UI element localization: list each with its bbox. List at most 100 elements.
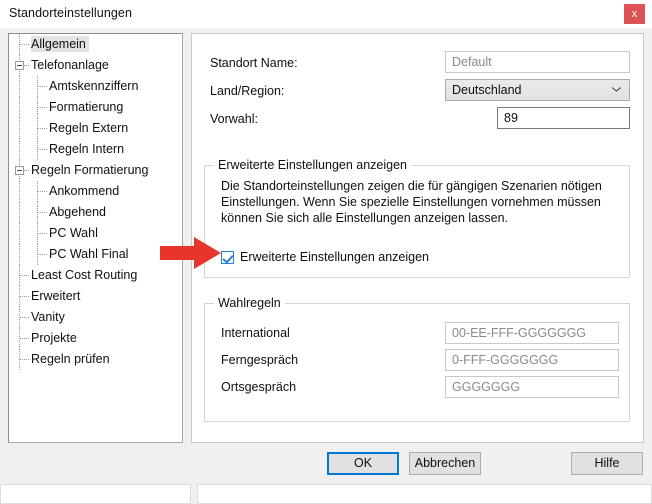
tree-guide-line <box>19 118 20 139</box>
tree-item-regeln-extern[interactable]: Regeln Extern <box>9 118 182 139</box>
tree-item-pc-wahl[interactable]: PC Wahl <box>9 223 182 244</box>
tree-item-amtskennziffern[interactable]: Amtskennziffern <box>9 76 182 97</box>
tree-guide-line <box>20 44 29 45</box>
background-pane-left <box>0 484 191 504</box>
tree-item-label: PC Wahl <box>49 226 98 240</box>
tree-item-regeln-pr-fen[interactable]: Regeln prüfen <box>9 349 182 370</box>
tree-guide-line <box>38 254 47 255</box>
tree-item-indent: Regeln Intern <box>9 139 127 160</box>
tree-item-formatierung[interactable]: Formatierung <box>9 97 182 118</box>
close-icon[interactable]: x <box>624 4 645 24</box>
wahlregeln-group-title: Wahlregeln <box>214 296 285 310</box>
title-bar: Standorteinstellungen x <box>0 0 652 28</box>
advanced-settings-description: Die Standorteinstellungen zeigen die für… <box>221 179 602 225</box>
tree-item-label: Abgehend <box>49 205 107 219</box>
tree-guide-line <box>20 338 29 339</box>
land-region-label: Land/Region: <box>210 84 285 98</box>
tree-item-erweitert[interactable]: Erweitert <box>9 286 182 307</box>
tree-guide-line <box>38 86 47 87</box>
wahlregeln-groupbox: Wahlregeln International Ferngespräch Orts… <box>204 296 630 422</box>
tree-item-label: Telefonanlage <box>31 58 109 72</box>
tree-item-indent: PC Wahl Final <box>9 244 131 265</box>
tree-item-regeln-formatierung[interactable]: Regeln Formatierung <box>9 160 182 181</box>
help-button[interactable]: Hilfe <box>571 452 643 475</box>
tree-guide-line <box>38 149 47 150</box>
standort-name-label: Standort Name: <box>210 56 298 70</box>
tree-guide-line <box>19 97 20 118</box>
tree-guide-line <box>19 139 20 160</box>
window-title: Standorteinstellungen <box>9 6 133 20</box>
tree-guide-line <box>19 223 20 244</box>
tree-item-label: Amtskennziffern <box>49 79 139 93</box>
dialog-client-area: Allgemein Telefonanlage Amtskennziffern For… <box>0 28 652 481</box>
tree-guide-line <box>38 233 47 234</box>
tree-guide-line <box>38 128 47 129</box>
tree-guide-line <box>38 191 47 192</box>
tree-item-label: Projekte <box>31 331 77 345</box>
tree-guide-line <box>38 107 47 108</box>
tree-item-least-cost-routing[interactable]: Least Cost Routing <box>9 265 182 286</box>
tree-item-indent: Vanity <box>9 307 68 328</box>
land-region-combobox[interactable]: Deutschland <box>445 79 630 101</box>
tree-item-label: Regeln Formatierung <box>31 163 149 177</box>
tree-guide-line <box>20 317 29 318</box>
land-region-value: Deutschland <box>452 83 522 97</box>
tree-guide-line <box>19 181 20 202</box>
advanced-settings-group-title: Erweiterte Einstellungen anzeigen <box>214 158 412 172</box>
tree-guide-line <box>38 212 47 213</box>
tree-item-label: Regeln Extern <box>49 121 129 135</box>
tree-item-label: Ankommend <box>49 184 120 198</box>
chevron-down-icon <box>612 87 621 93</box>
tree-item-indent: Ankommend <box>9 181 122 202</box>
cancel-button[interactable]: Abbrechen <box>409 452 481 475</box>
vorwahl-label: Vorwahl: <box>210 112 258 126</box>
tree-item-indent: PC Wahl <box>9 223 101 244</box>
tree-item-label: Erweitert <box>31 289 81 303</box>
advanced-settings-checkbox[interactable]: Erweiterte Einstellungen anzeigen <box>221 250 429 264</box>
tree-guide-line <box>19 76 20 97</box>
tree-item-indent: Regeln Formatierung <box>9 160 151 181</box>
tree-guide-line <box>20 275 29 276</box>
wahlregel-input[interactable] <box>445 349 619 371</box>
tree-guide-line <box>19 202 20 223</box>
wahlregel-input[interactable] <box>445 322 619 344</box>
wahlregel-label: Ferngespräch <box>221 353 299 367</box>
tree-guide-line <box>20 296 29 297</box>
tree-item-regeln-intern[interactable]: Regeln Intern <box>9 139 182 160</box>
settings-panel: Standort Name: Land/Region: Deutschland … <box>191 33 644 443</box>
wahlregel-label: International <box>221 326 290 340</box>
navigation-treeview[interactable]: Allgemein Telefonanlage Amtskennziffern For… <box>8 33 183 443</box>
tree-item-label: Allgemein <box>31 36 89 52</box>
tree-collapse-icon[interactable] <box>15 166 24 175</box>
background-pane-right <box>197 484 652 504</box>
tree-item-allgemein[interactable]: Allgemein <box>9 34 182 55</box>
tree-collapse-icon[interactable] <box>15 61 24 70</box>
tree-guide-line <box>20 359 29 360</box>
tree-item-label: Formatierung <box>49 100 124 114</box>
ok-button[interactable]: OK <box>327 452 399 475</box>
tree-item-label: Vanity <box>31 310 65 324</box>
standorteinstellungen-dialog: Standorteinstellungen x Allgemein Telefon… <box>0 0 652 481</box>
tree-item-ankommend[interactable]: Ankommend <box>9 181 182 202</box>
advanced-settings-groupbox: Erweiterte Einstellungen anzeigen Die St… <box>204 158 630 278</box>
wahlregel-label: Ortsgespräch <box>221 380 297 394</box>
tree-item-indent: Amtskennziffern <box>9 76 141 97</box>
tree-item-pc-wahl-final[interactable]: PC Wahl Final <box>9 244 182 265</box>
tree-item-indent: Regeln Extern <box>9 118 131 139</box>
checkmark-icon <box>221 250 234 264</box>
tree-item-label: Regeln Intern <box>49 142 125 156</box>
tree-item-vanity[interactable]: Vanity <box>9 307 182 328</box>
tree-guide-line <box>19 244 20 265</box>
standort-name-input[interactable] <box>445 51 630 73</box>
tree-item-abgehend[interactable]: Abgehend <box>9 202 182 223</box>
tree-item-indent: Abgehend <box>9 202 109 223</box>
tree-item-label: PC Wahl Final <box>49 247 129 261</box>
tree-item-label: Regeln prüfen <box>31 352 110 366</box>
advanced-settings-checkbox-label: Erweiterte Einstellungen anzeigen <box>240 250 430 264</box>
tree-item-indent: Formatierung <box>9 97 126 118</box>
vorwahl-input[interactable] <box>497 107 630 129</box>
tree-item-telefonanlage[interactable]: Telefonanlage <box>9 55 182 76</box>
tree-item-label: Least Cost Routing <box>31 268 138 282</box>
wahlregel-input[interactable] <box>445 376 619 398</box>
tree-item-projekte[interactable]: Projekte <box>9 328 182 349</box>
